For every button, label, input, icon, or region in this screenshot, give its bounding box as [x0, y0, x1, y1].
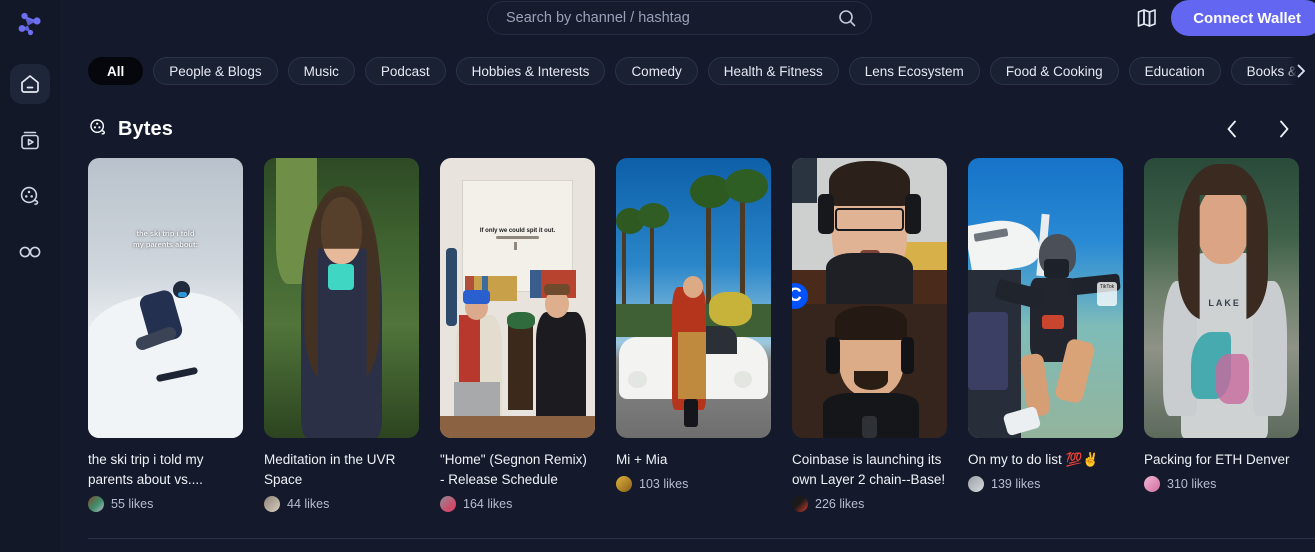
brand-logo[interactable]: [8, 6, 52, 46]
like-count: 44 likes: [287, 497, 330, 511]
search-icon[interactable]: [837, 8, 857, 28]
byte-title[interactable]: Mi + Mia: [616, 450, 771, 470]
byte-meta: 139 likes: [968, 476, 1123, 492]
section-header: Bytes: [88, 112, 1295, 146]
byte-meta: 310 likes: [1144, 476, 1299, 492]
byte-card[interactable]: C Coinbase is launching its own Layer 2 c…: [792, 158, 947, 518]
avatar[interactable]: [440, 496, 456, 512]
byte-thumbnail[interactable]: TikTok: [968, 158, 1123, 438]
carousel-arrows: [1221, 116, 1295, 142]
section-title-group[interactable]: Bytes: [88, 117, 173, 142]
category-chip[interactable]: Hobbies & Interests: [455, 57, 606, 85]
topbar-right: Connect Wallet: [1135, 0, 1315, 36]
category-chip[interactable]: Health & Fitness: [707, 57, 839, 85]
search-container: [487, 1, 872, 35]
like-count: 55 likes: [111, 497, 154, 511]
connect-wallet-button[interactable]: Connect Wallet: [1171, 0, 1315, 36]
avatar[interactable]: [88, 496, 104, 512]
byte-title[interactable]: Coinbase is launching its own Layer 2 ch…: [792, 450, 947, 490]
home-icon: [18, 72, 42, 96]
byte-thumbnail[interactable]: [264, 158, 419, 438]
like-count: 310 likes: [1167, 477, 1217, 491]
category-chip[interactable]: All: [88, 57, 144, 85]
byte-card[interactable]: LAKE Packing for ETH Denver 310 likes: [1144, 158, 1299, 518]
byte-title[interactable]: "Home" (Segnon Remix) - Release Schedule: [440, 450, 595, 490]
film-reel-icon: [18, 184, 42, 208]
infinity-icon: [17, 241, 43, 263]
category-chips[interactable]: All People & Blogs Music Podcast Hobbies & I…: [88, 56, 1315, 86]
category-chip[interactable]: Lens Ecosystem: [848, 57, 980, 85]
byte-thumbnail[interactable]: LAKE: [1144, 158, 1299, 438]
byte-title[interactable]: the ski trip i told my parents about vs.…: [88, 450, 243, 490]
search-box[interactable]: [487, 1, 872, 35]
sidebar-item-bytes[interactable]: [10, 176, 50, 216]
category-chip[interactable]: Comedy: [615, 57, 698, 85]
app-root: Connect Wallet All People & Blogs Music Pod…: [0, 0, 1315, 552]
open-book-icon[interactable]: [1135, 6, 1159, 30]
byte-meta: 164 likes: [440, 496, 595, 512]
category-chip[interactable]: Music: [287, 57, 355, 85]
byte-card[interactable]: the ski trip i told my parents about: the …: [88, 158, 243, 518]
category-chip[interactable]: People & Blogs: [153, 57, 278, 85]
sidebar-item-home[interactable]: [10, 64, 50, 104]
category-chip[interactable]: Food & Cooking: [989, 57, 1119, 85]
byte-card[interactable]: TikTok On my to do list 💯✌️ 139 likes: [968, 158, 1123, 518]
sidebar-nav: [10, 64, 50, 272]
avatar[interactable]: [792, 496, 808, 512]
byte-card[interactable]: Meditation in the UVR Space 44 likes: [264, 158, 419, 518]
section-divider: [88, 538, 1315, 539]
like-count: 164 likes: [463, 497, 513, 511]
carousel-next-button[interactable]: [1273, 116, 1295, 142]
byte-title[interactable]: Meditation in the UVR Space: [264, 450, 419, 490]
search-input[interactable]: [506, 10, 837, 26]
like-count: 139 likes: [991, 477, 1041, 491]
avatar[interactable]: [264, 496, 280, 512]
page-title: Bytes: [118, 117, 173, 140]
byte-thumbnail[interactable]: If only we could spit it out.: [440, 158, 595, 438]
category-chip[interactable]: Education: [1128, 57, 1221, 85]
carousel-prev-button[interactable]: [1221, 116, 1243, 142]
film-reel-icon: [88, 117, 108, 142]
tiktok-watermark-icon: TikTok: [1097, 282, 1117, 306]
byte-thumbnail[interactable]: C: [792, 158, 947, 438]
sidebar-item-feed[interactable]: [10, 120, 50, 160]
byte-card[interactable]: Mi + Mia 103 likes: [616, 158, 771, 518]
avatar[interactable]: [1144, 476, 1160, 492]
byte-meta: 55 likes: [88, 496, 243, 512]
avatar[interactable]: [616, 476, 632, 492]
avatar[interactable]: [968, 476, 984, 492]
categories-next-button[interactable]: [1287, 56, 1315, 86]
like-count: 226 likes: [815, 497, 865, 511]
sidebar: [0, 0, 60, 552]
topbar: Connect Wallet: [60, 0, 1315, 36]
byte-thumbnail[interactable]: the ski trip i told my parents about:: [88, 158, 243, 438]
byte-meta: 226 likes: [792, 496, 947, 512]
video-feed-icon: [18, 128, 42, 152]
category-chip[interactable]: Podcast: [364, 57, 446, 85]
sidebar-item-explore[interactable]: [10, 232, 50, 272]
byte-title[interactable]: Packing for ETH Denver: [1144, 450, 1299, 470]
byte-title[interactable]: On my to do list 💯✌️: [968, 450, 1123, 470]
byte-meta: 103 likes: [616, 476, 771, 492]
byte-thumbnail[interactable]: [616, 158, 771, 438]
like-count: 103 likes: [639, 477, 689, 491]
byte-card[interactable]: If only we could spit it out. "Home" (Seg…: [440, 158, 595, 518]
byte-meta: 44 likes: [264, 496, 419, 512]
bytes-carousel[interactable]: the ski trip i told my parents about: the …: [88, 158, 1315, 518]
